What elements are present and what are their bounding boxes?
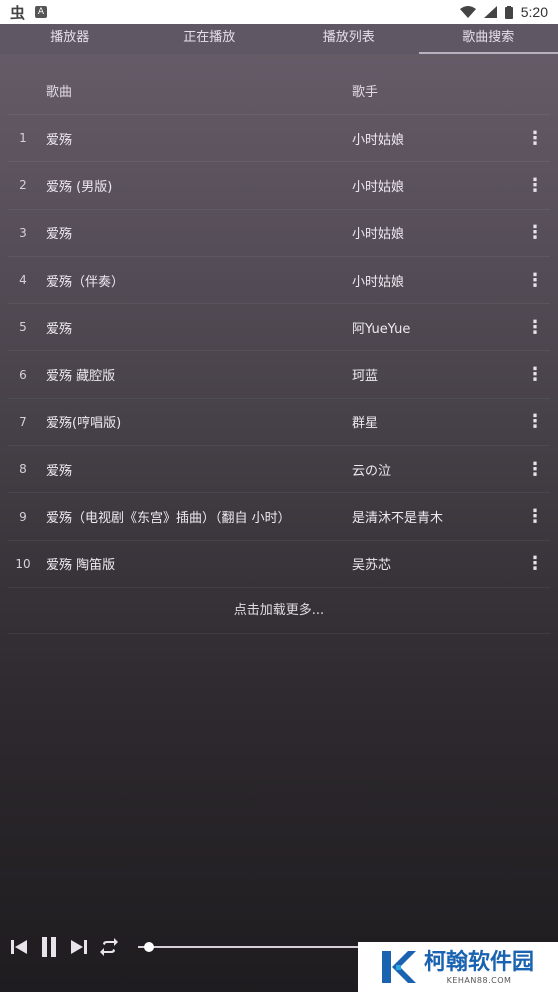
song-title: 爱殇（伴奏） (46, 274, 125, 290)
song-title: 爱殇 (46, 321, 73, 337)
song-number: 3 (19, 225, 27, 240)
song-artist: 云の泣 (352, 463, 392, 479)
song-artist: 小时姑娘 (352, 132, 405, 148)
song-title: 爱殇 陶笛版 (46, 558, 116, 574)
battery-icon (504, 5, 513, 19)
song-artist: 小时姑娘 (352, 179, 405, 195)
header-title: 歌曲 (46, 84, 73, 100)
a-notification-icon: A (35, 6, 48, 18)
load-more-button[interactable]: 点击加载更多... (8, 586, 550, 634)
song-title: 爱殇 (男版) (46, 179, 113, 195)
song-title: 爱殇 (46, 132, 73, 148)
song-artist: 小时姑娘 (352, 227, 405, 243)
song-number: 9 (19, 509, 27, 524)
song-row[interactable]: 9 爱殇（电视剧《东宫》插曲）（翻自 小时） 是清沐不是青木 ⋮ (8, 492, 550, 539)
song-number: 6 (19, 367, 27, 382)
song-number: 10 (15, 556, 31, 571)
song-number: 4 (19, 273, 27, 288)
song-list: 歌曲 歌手 1 爱殇 小时姑娘 ⋮ 2 爱殇 (男版) 小时姑娘 ⋮ 3 爱殇 小时姑娘 ⋮ 4 爱殇（伴… (0, 66, 558, 634)
more-options-icon[interactable]: ⋮ (520, 553, 550, 574)
header-artist: 歌手 (352, 84, 379, 100)
more-options-icon[interactable]: ⋮ (520, 175, 550, 196)
watermark-url: KEHAN88.COM (446, 975, 512, 985)
song-row[interactable]: 4 爱殇（伴奏） 小时姑娘 ⋮ (8, 255, 550, 303)
tab-song-search[interactable]: 歌曲搜索 (418, 24, 558, 54)
song-row[interactable]: 3 爱殇 小时姑娘 ⋮ (8, 208, 550, 256)
watermark: 柯翰软件园 KEHAN88.COM (358, 942, 558, 992)
more-options-icon[interactable]: ⋮ (520, 270, 550, 291)
tab-playlist[interactable]: 播放列表 (279, 24, 419, 54)
more-options-icon[interactable]: ⋮ (520, 222, 550, 243)
song-artist: 是清沐不是青木 (352, 511, 444, 527)
song-row[interactable]: 8 爱殇 云の泣 ⋮ (8, 445, 550, 492)
song-number: 7 (19, 414, 27, 429)
song-artist: 阿YueYue (352, 321, 411, 337)
song-artist: 群星 (352, 416, 379, 432)
song-number: 2 (19, 178, 27, 193)
signal-icon (483, 6, 497, 18)
wifi-icon (459, 6, 476, 18)
song-title: 爱殇（电视剧《东宫》插曲）（翻自 小时） (46, 511, 291, 527)
tab-player[interactable]: 播放器 (0, 24, 140, 54)
skip-previous-icon[interactable] (8, 936, 30, 958)
song-row[interactable]: 5 爱殇 阿YueYue ⋮ (8, 303, 550, 350)
clock: 5:20 (520, 4, 548, 20)
song-number: 8 (19, 462, 27, 477)
song-row[interactable]: 10 爱殇 陶笛版 吴苏芯 ⋮ (8, 539, 550, 587)
song-row[interactable]: 2 爱殇 (男版) 小时姑娘 ⋮ (8, 161, 550, 208)
song-title: 爱殇 (46, 227, 73, 243)
watermark-logo (378, 947, 418, 987)
list-header: 歌曲 歌手 (0, 66, 558, 114)
more-options-icon[interactable]: ⋮ (520, 506, 550, 527)
more-options-icon[interactable]: ⋮ (520, 128, 550, 149)
song-title: 爱殇(哼唱版) (46, 416, 122, 432)
song-title: 爱殇 (46, 463, 73, 479)
more-options-icon[interactable]: ⋮ (520, 364, 550, 385)
song-number: 5 (19, 320, 27, 335)
song-row[interactable]: 7 爱殇(哼唱版) 群星 ⋮ (8, 397, 550, 445)
progress-knob[interactable] (144, 942, 155, 952)
pause-icon[interactable] (38, 936, 60, 958)
song-row[interactable]: 1 爱殇 小时姑娘 ⋮ (8, 114, 550, 161)
repeat-icon[interactable] (98, 936, 120, 958)
more-options-icon[interactable]: ⋮ (520, 411, 550, 432)
song-artist: 吴苏芯 (352, 558, 392, 574)
more-options-icon[interactable]: ⋮ (520, 317, 550, 338)
tab-bar: 播放器 正在播放 播放列表 歌曲搜索 (0, 24, 558, 54)
song-artist: 珂蓝 (352, 369, 379, 385)
more-options-icon[interactable]: ⋮ (520, 459, 550, 480)
progress-bar[interactable] (138, 942, 364, 952)
status-bar: 虫 A 5:20 (0, 0, 558, 24)
song-row[interactable]: 6 爱殇 藏腔版 珂蓝 ⋮ (8, 350, 550, 397)
song-artist: 小时姑娘 (352, 274, 405, 290)
skip-next-icon[interactable] (68, 936, 90, 958)
watermark-name: 柯翰软件园 (424, 949, 535, 975)
song-title: 爱殇 藏腔版 (46, 369, 116, 385)
tab-now-playing[interactable]: 正在播放 (140, 24, 280, 54)
song-number: 1 (19, 131, 27, 146)
app-icon: 虫 (10, 3, 26, 22)
